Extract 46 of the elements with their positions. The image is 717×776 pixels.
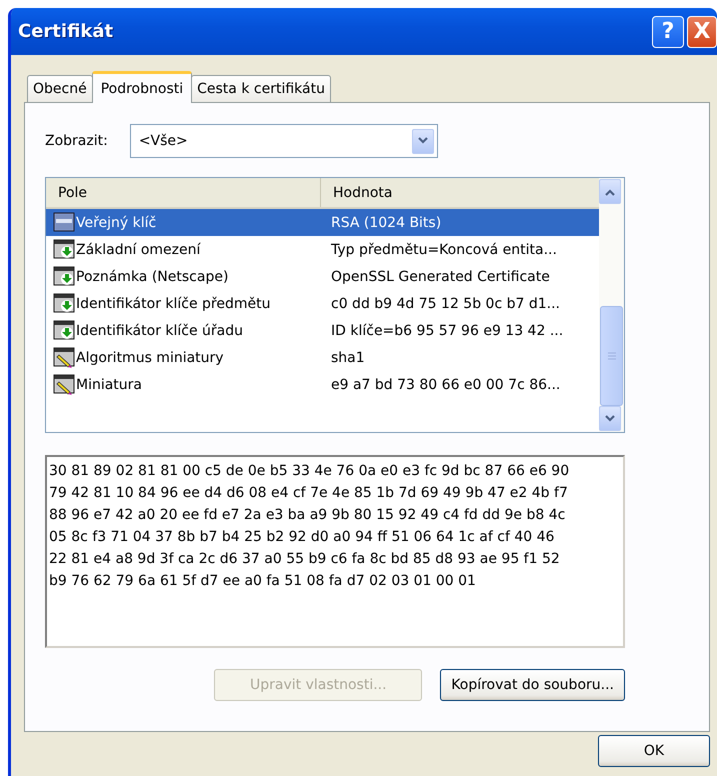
scroll-up-icon[interactable] — [599, 179, 621, 204]
hex-line: 79 42 81 10 84 96 ee d4 d6 08 e4 cf 7e 4e 85 1b 7d 69 49 9b 47 e2 4b f7 — [49, 484, 569, 503]
hex-line: 05 8c f3 71 04 37 8b b7 b4 25 b2 92 d0 a0 94 ff 51 06 64 1c af cf 40 46 — [49, 528, 556, 547]
table-cell: Poznámka (Netscape) — [76, 268, 228, 284]
table-cell: Algoritmus miniatury — [76, 350, 224, 366]
table-cell-text: e9 a7 bd 73 80 66 e0 00 7c 86... — [330, 376, 560, 392]
column-header[interactable]: Hodnota — [321, 178, 599, 207]
help-button[interactable]: ? — [652, 16, 684, 48]
hex-line: 88 96 e7 42 a0 20 ee fd e7 2a e3 ba a9 9b 80 15 92 49 c4 fd dd 9e b8 4c — [49, 506, 566, 525]
table-cell: Veřejný klíč — [76, 214, 156, 230]
document-pencil-icon — [53, 347, 75, 368]
table-cell-text: ID klíče=b6 95 57 96 e9 13 42 ... — [330, 322, 564, 338]
table-row[interactable]: Základní omezení Typ předmětu=Koncová entita... — [46, 236, 599, 263]
detail-field[interactable] — [45, 455, 625, 648]
tab[interactable]: Podrobnosti — [92, 71, 192, 103]
window-title: Certifikát — [18, 21, 114, 42]
scroll-down-icon[interactable] — [599, 406, 621, 431]
table-cell: Základní omezení — [76, 242, 200, 258]
table-cell-text: sha1 — [330, 350, 365, 366]
hex-line: 22 81 e4 a8 9d 3f ca 2c d6 37 a0 55 b9 c6 fa 8c bd 85 d8 93 ae 95 f1 52 — [49, 550, 561, 569]
table-row[interactable]: Algoritmus miniatury sha1 — [46, 344, 599, 371]
column-header[interactable]: Pole — [46, 178, 321, 207]
ok-button[interactable]: OK — [598, 735, 710, 767]
table-cell: Miniatura — [76, 376, 142, 392]
copy-to-file-button[interactable]: Kopírovat do souboru... — [440, 669, 625, 701]
document-pencil-icon — [53, 374, 75, 395]
table-row[interactable]: Identifikátor klíče předmětu c0 dd b9 4d 75 12 5b 0c b7 d1... — [46, 290, 599, 317]
tab[interactable]: Cesta k certifikátu — [191, 75, 331, 102]
table-cell: Identifikátor klíče úřadu — [76, 322, 244, 338]
scroll-thumb[interactable] — [600, 306, 623, 406]
show-dropdown[interactable]: <Vše> — [130, 124, 438, 158]
hex-line: b9 76 62 79 6a 61 5f d7 ee a0 fa 51 08 fa d7 02 03 01 00 01 — [49, 572, 477, 591]
table-row[interactable]: Miniatura e9 a7 bd 73 80 66 e0 00 7c 86... — [46, 371, 599, 398]
table-cell: Identifikátor klíče předmětu — [76, 296, 270, 312]
table-cell-text: c0 dd b9 4d 75 12 5b 0c b7 d1... — [330, 296, 560, 312]
document-icon — [53, 212, 75, 233]
table-cell-text: RSA (1024 Bits) — [330, 214, 442, 230]
table-row[interactable]: Veřejný klíč RSA (1024 Bits) — [46, 209, 599, 236]
show-label: Zobrazit: — [45, 133, 108, 149]
scrollbar[interactable] — [599, 178, 624, 432]
tab[interactable]: Obecné — [27, 75, 93, 102]
table-row[interactable]: Poznámka (Netscape) OpenSSL Generated Certificate — [46, 263, 599, 290]
table-row[interactable]: Identifikátor klíče úřadu ID klíče=b6 95 57 96 e9 13 42 ... — [46, 317, 599, 344]
hex-line: 30 81 89 02 81 81 00 c5 de 0e b5 33 4e 76 0a e0 e3 fc 9d bc 87 66 e6 90 — [49, 462, 570, 481]
table-cell-text: OpenSSL Generated Certificate — [330, 268, 550, 284]
table-cell-text: Typ předmětu=Koncová entita... — [330, 242, 557, 258]
